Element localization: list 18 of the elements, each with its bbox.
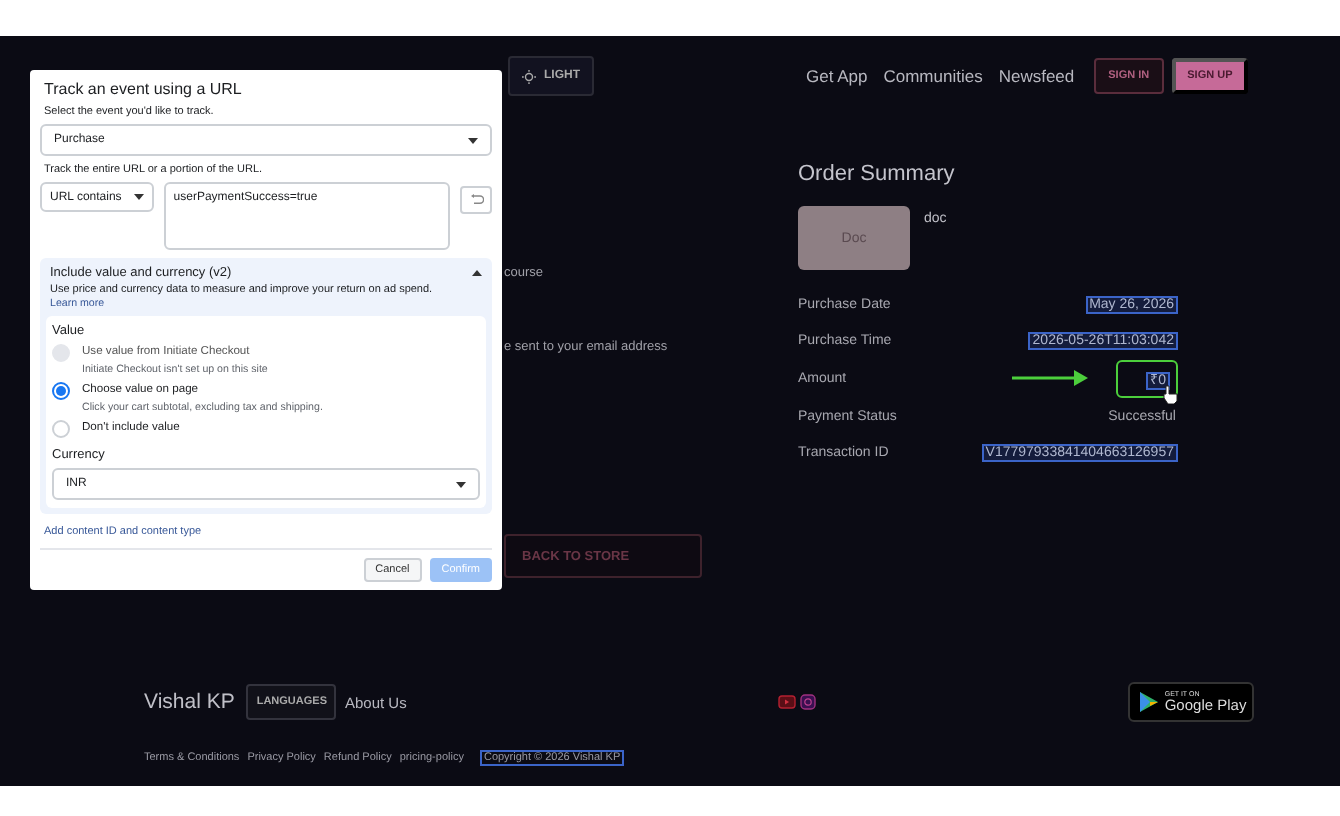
dialog-title: Track an event using a URL [44,80,244,98]
nav-link[interactable]: Newsfeed [998,66,1075,86]
hand-cursor-icon [1162,383,1178,404]
sun-icon [522,69,536,83]
caret-icon [133,194,144,200]
order-summary-title: Order Summary [798,162,957,186]
radio-button[interactable] [52,382,70,400]
camera-icon[interactable] [800,694,817,710]
nav-link[interactable]: Communities [883,66,983,86]
chevron-icon [472,270,482,276]
caret-icon [456,481,466,487]
footer-brand: Vishal KP [144,690,235,714]
undo-button[interactable] [460,186,492,214]
play-icon [1140,692,1159,712]
caret-icon [468,137,478,143]
video-icon[interactable] [778,694,797,710]
undo-icon [469,194,484,206]
nav-link[interactable]: Get App [806,66,868,86]
